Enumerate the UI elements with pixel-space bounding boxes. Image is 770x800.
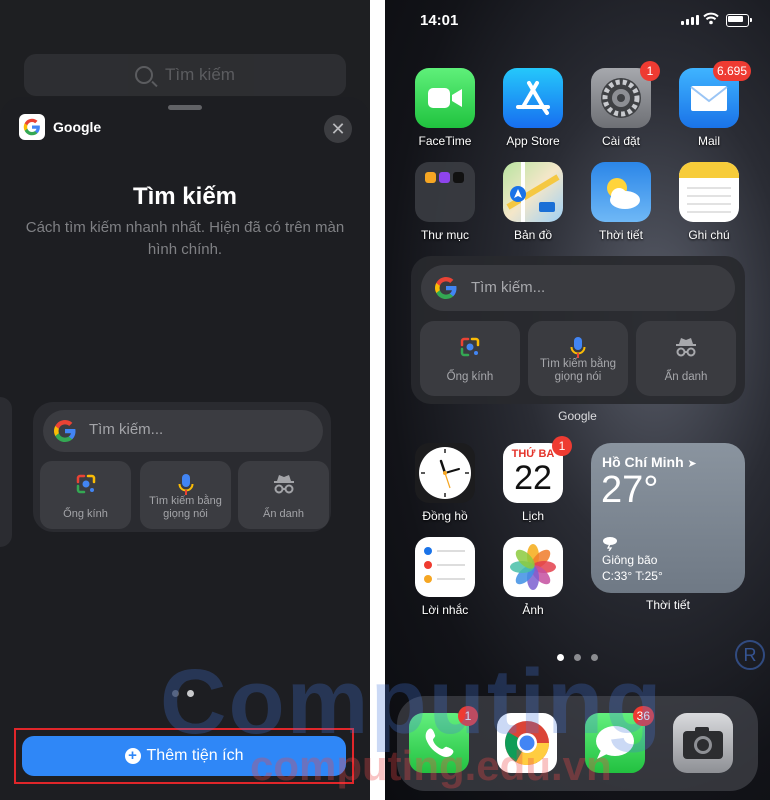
- preview-voice-button: Tìm kiếm bằng giọng nói: [140, 461, 231, 529]
- widget-title: Tìm kiếm: [132, 183, 238, 210]
- app-maps[interactable]: Bản đồ: [497, 162, 569, 242]
- app-label: Bản đồ: [513, 228, 553, 242]
- calendar-badge: 1: [552, 436, 572, 456]
- google-lens-label: Ống kính: [446, 371, 494, 383]
- google-voice-label: Tìm kiếm bằng giọng nói: [539, 358, 617, 383]
- previous-widget-peek[interactable]: [0, 397, 12, 547]
- mail-icon: 6.695: [679, 61, 751, 128]
- app-facetime[interactable]: FaceTime: [409, 68, 481, 148]
- google-incognito-button[interactable]: Ẩn danh: [636, 321, 736, 396]
- app-label: Lời nhắc: [421, 603, 469, 617]
- google-g-icon: [435, 277, 457, 299]
- status-time: 14:01: [420, 12, 459, 29]
- watermark-domain: computing.edu.vn: [250, 742, 612, 789]
- close-icon: ✕: [330, 118, 346, 139]
- sheet-app-name: Google: [53, 119, 102, 135]
- weather-icon: [591, 162, 651, 222]
- google-widget-label: Google: [558, 409, 597, 423]
- google-widget-preview[interactable]: Tìm kiếm... Ống kính Tìm kiếm bằng giọng…: [33, 402, 331, 532]
- clock-icon: [415, 443, 475, 503]
- app-label: Cài đặt: [601, 134, 641, 148]
- app-label: Mail: [697, 134, 720, 148]
- sheet-grabber[interactable]: [168, 105, 202, 110]
- google-search-widget[interactable]: Tìm kiếm... Ống kính Tìm kiếm bằng giọng…: [411, 256, 745, 404]
- cellular-signal-icon: [681, 15, 699, 25]
- watermark-registered-mark: R: [735, 640, 765, 670]
- preview-incognito-button: Ẩn danh: [238, 461, 329, 529]
- search-icon: [135, 66, 154, 84]
- app-label: Ghi chú: [688, 228, 730, 242]
- mail-badge: 6.695: [712, 61, 751, 81]
- background-search-label: Tìm kiếm: [165, 65, 235, 84]
- app-settings[interactable]: 1 Cài đặt: [585, 61, 660, 148]
- background-search-bar: Tìm kiếm: [24, 54, 346, 96]
- google-search-placeholder: Tìm kiếm...: [471, 279, 546, 296]
- weather-high-low: C:33° T:25°: [602, 569, 663, 583]
- preview-search-bar: Tìm kiếm...: [43, 410, 323, 452]
- settings-icon: 1: [591, 61, 660, 128]
- lens-icon: [460, 337, 480, 357]
- app-label: FaceTime: [418, 134, 472, 148]
- weather-condition: Giông bão: [602, 553, 658, 567]
- preview-search-placeholder: Tìm kiếm...: [89, 421, 164, 438]
- dock-camera[interactable]: [667, 713, 739, 773]
- weather-city: Hồ Chí Minh ➤: [602, 454, 697, 470]
- google-incognito-label: Ẩn danh: [664, 371, 708, 383]
- preview-lens-label: Ống kính: [63, 508, 108, 520]
- lens-icon: [76, 474, 95, 494]
- preview-lens-button: Ống kính: [40, 461, 131, 529]
- app-reminders[interactable]: Lời nhắc: [409, 537, 481, 617]
- app-calendar[interactable]: THỨ BA 22 1 Lịch: [497, 436, 572, 523]
- app-clock[interactable]: Đồng hồ: [409, 443, 481, 523]
- facetime-icon: [415, 68, 475, 128]
- notes-icon: [679, 162, 739, 222]
- google-lens-button[interactable]: Ống kính: [420, 321, 520, 396]
- app-label: Thư mục: [420, 228, 470, 242]
- app-weather[interactable]: Thời tiết: [585, 162, 657, 242]
- google-app-icon: [19, 114, 45, 140]
- camera-icon: [673, 713, 733, 773]
- calendar-icon: THỨ BA 22 1: [503, 436, 572, 503]
- google-g-icon: [54, 420, 76, 442]
- app-photos[interactable]: Ảnh: [497, 537, 569, 617]
- preview-voice-label: Tìm kiếm bằng giọng nói: [149, 495, 222, 520]
- weather-widget[interactable]: Hồ Chí Minh ➤ 27° Giông bão C:33° T:25°: [591, 443, 745, 593]
- google-voice-button[interactable]: Tìm kiếm bằng giọng nói: [528, 321, 628, 396]
- app-label: App Store: [506, 134, 560, 148]
- app-folder[interactable]: Thư mục: [409, 162, 481, 242]
- app-label: Thời tiết: [599, 228, 643, 242]
- weather-widget-label: Thời tiết: [646, 598, 690, 612]
- close-button[interactable]: ✕: [324, 115, 352, 143]
- wifi-icon: [703, 12, 719, 25]
- location-arrow-icon: ➤: [687, 458, 697, 470]
- microphone-icon: [570, 337, 586, 358]
- google-search-bar[interactable]: Tìm kiếm...: [421, 265, 735, 311]
- widget-description: Cách tìm kiếm nhanh nhất. Hiện đã có trê…: [25, 219, 345, 258]
- thunderstorm-icon: [603, 537, 617, 551]
- watermark-brand: Computing: [160, 651, 664, 753]
- weather-temperature: 27°: [601, 469, 659, 511]
- app-mail[interactable]: 6.695 Mail: [673, 61, 751, 148]
- photos-icon: [503, 537, 563, 597]
- app-label: Lịch: [521, 509, 544, 523]
- app-label: Ảnh: [522, 603, 544, 617]
- app-label: Đồng hồ: [422, 509, 468, 523]
- folder-icon: [415, 162, 475, 222]
- microphone-icon: [178, 474, 193, 495]
- incognito-icon: [273, 475, 294, 494]
- app-notes[interactable]: Ghi chú: [673, 162, 745, 242]
- status-bar: 14:01: [385, 0, 770, 40]
- preview-incognito-label: Ẩn danh: [263, 508, 304, 520]
- calendar-day: 22: [514, 459, 552, 497]
- maps-icon: [503, 162, 563, 222]
- incognito-icon: [676, 338, 696, 357]
- reminders-icon: [415, 537, 475, 597]
- battery-icon: [726, 14, 752, 27]
- settings-badge: 1: [640, 61, 660, 81]
- app-app-store[interactable]: App Store: [497, 68, 569, 148]
- plus-icon: +: [124, 748, 141, 764]
- app-store-icon: [503, 68, 563, 128]
